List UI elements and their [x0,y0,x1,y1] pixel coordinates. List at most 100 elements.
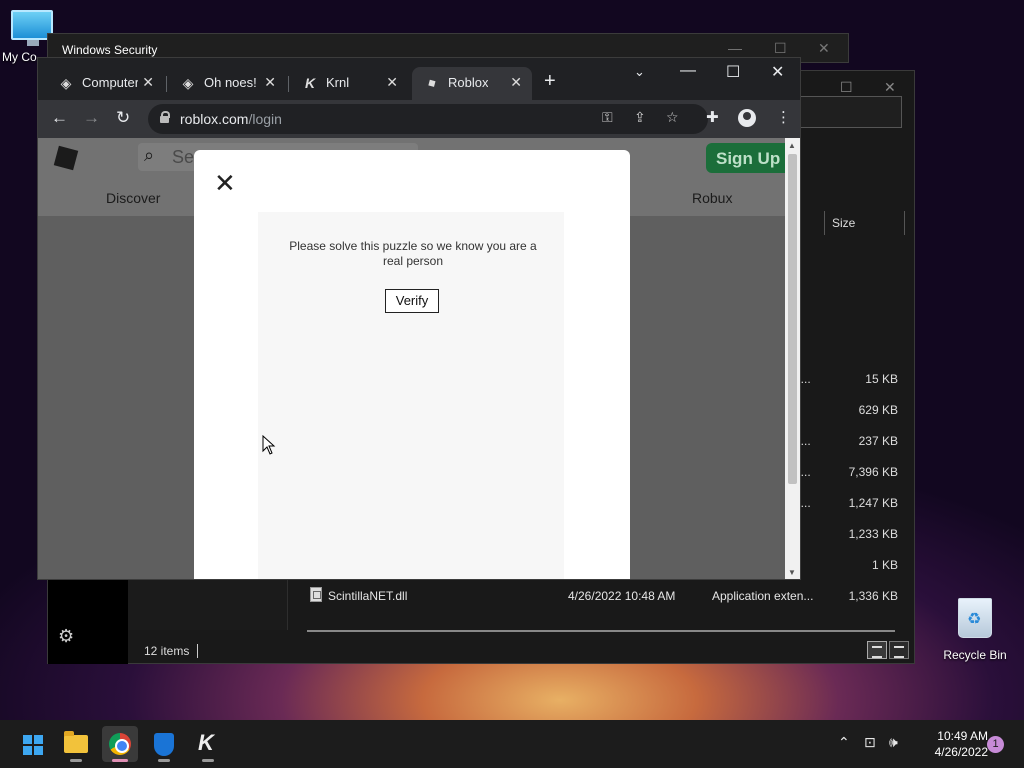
search-placeholder: Se [172,147,195,167]
verify-button[interactable]: Verify [385,289,439,313]
tab-oh-noes[interactable]: ◈ Oh noes! ✕ [168,67,286,100]
clock-time: 10:49 AM [937,729,988,743]
clock-date: 4/26/2022 [934,745,988,759]
file-size: 629 KB [858,403,898,417]
running-indicator [70,759,82,762]
file-size: 15 KB [865,372,898,386]
star-icon[interactable]: ☆ [666,109,679,126]
status-divider [197,644,198,658]
tab-roblox[interactable]: ■ Roblox ✕ [412,67,532,100]
running-indicator [112,759,128,762]
taskbar-chrome[interactable] [102,726,138,762]
explorer-nav-pane [128,580,288,630]
address-bar[interactable]: roblox.com/login ⚿ ⇪ ☆ [148,104,708,134]
close-icon[interactable]: ✕ [771,62,784,82]
details-view-button[interactable] [867,641,887,659]
network-icon[interactable]: ⊡ [864,734,876,751]
horizontal-scrollbar[interactable] [307,630,895,632]
windows-logo-icon [23,735,43,755]
tab-computer[interactable]: ◈ Computer ✕ [46,67,164,100]
roblox-studio-icon: ◈ [182,75,194,91]
file-size: 1,336 KB [848,589,898,603]
url-text[interactable]: roblox.com/login [180,111,282,127]
close-icon[interactable]: ✕ [818,40,830,57]
taskbar-file-explorer[interactable] [58,726,94,762]
clock[interactable]: 10:49 AM 4/26/2022 [916,728,988,760]
status-item-count: 12 items [144,644,190,658]
volume-icon[interactable]: 🕪 [889,734,898,751]
column-header-size[interactable]: Size [832,216,855,230]
scroll-up-icon[interactable]: ▲ [788,141,796,150]
minimize-icon[interactable]: — [680,62,696,80]
nav-discover[interactable]: Discover [106,190,160,206]
scrollbar-thumb[interactable] [788,154,797,484]
desktop-icon-label: Recycle Bin [943,648,1007,662]
chevron-down-icon[interactable]: ⌄ [634,64,645,80]
close-icon[interactable]: ✕ [142,74,154,91]
file-size: 237 KB [858,434,898,448]
more-menu-icon[interactable]: ⋮ [776,108,791,126]
file-size: 1,233 KB [848,527,898,541]
file-size: 1 KB [871,558,898,572]
extensions-icon[interactable]: ✚ [706,108,719,126]
file-size: 7,396 KB [848,465,898,479]
gear-icon[interactable]: ⚙ [58,626,74,647]
close-icon[interactable]: ✕ [214,170,236,196]
chrome-icon [109,733,131,755]
dll-file-icon [310,587,322,602]
lock-icon[interactable] [160,111,170,123]
file-name[interactable]: ScintillaNET.dll [328,589,407,609]
profile-icon[interactable] [738,109,756,127]
tab-separator [166,76,167,92]
search-icon: ⌕ [144,145,155,165]
close-icon[interactable]: ✕ [884,79,896,96]
running-indicator [158,759,170,762]
column-divider[interactable] [824,211,825,235]
page-scrollbar[interactable]: ▲ ▼ [785,138,800,579]
tab-label: Roblox [448,75,489,90]
roblox-icon: ■ [426,75,438,91]
roblox-studio-icon: ◈ [60,75,72,91]
tab-label: Krnl [326,75,350,90]
running-indicator [202,759,214,762]
chrome-window[interactable]: ◈ Computer ✕ ◈ Oh noes! ✕ K Krnl ✕ ■ Rob… [37,57,801,580]
taskbar-windows-security[interactable] [146,726,182,762]
share-icon[interactable]: ⇪ [634,109,646,126]
column-divider[interactable] [904,211,905,235]
close-icon[interactable]: ✕ [386,74,398,91]
reload-icon[interactable]: ↻ [116,108,130,128]
desktop-icon-recycle-bin[interactable]: ♻ Recycle Bin [940,598,1010,662]
close-icon[interactable]: ✕ [510,74,522,91]
taskbar-krnl[interactable]: K [190,726,226,762]
file-date: 4/26/2022 10:48 AM [568,589,676,603]
captcha-modal: ✕ Please solve this puzzle so we know yo… [194,150,630,579]
minimize-icon[interactable]: — [728,40,742,56]
key-icon[interactable]: ⚿ [602,109,613,126]
mouse-cursor-icon [262,435,276,455]
maximize-icon[interactable]: ☐ [774,40,787,57]
recycle-bin-icon: ♻ [958,598,992,638]
sign-up-button[interactable]: Sign Up [706,143,785,173]
close-icon[interactable]: ✕ [264,74,276,91]
maximize-icon[interactable]: ☐ [726,62,740,82]
tiles-view-button[interactable] [889,641,909,659]
taskbar: K ⌃ ⊡ 🕪 10:49 AM 4/26/2022 1 [0,720,1024,768]
tab-krnl[interactable]: K Krnl ✕ [290,67,408,100]
back-arrow-icon[interactable]: ← [51,108,68,128]
maximize-icon[interactable]: ☐ [840,79,853,96]
scroll-down-icon[interactable]: ▼ [788,568,796,577]
puzzle-message: Please solve this puzzle so we know you … [289,239,537,268]
new-tab-button[interactable]: + [544,70,556,93]
notification-badge[interactable]: 1 [987,736,1004,753]
explorer-left-pane [48,580,128,664]
file-size: 1,247 KB [848,496,898,510]
chevron-up-icon[interactable]: ⌃ [838,734,850,751]
forward-arrow-icon[interactable]: → [83,108,100,128]
roblox-logo-icon[interactable] [53,145,79,171]
nav-robux[interactable]: Robux [692,190,732,206]
tab-label: Oh noes! [204,75,257,90]
krnl-icon: K [304,75,316,91]
roblox-login-page: ⌕ Se Sign Up Discover Robux ✕ Please sol… [38,138,785,579]
krnl-icon: K [198,730,214,755]
start-button[interactable] [14,726,50,762]
